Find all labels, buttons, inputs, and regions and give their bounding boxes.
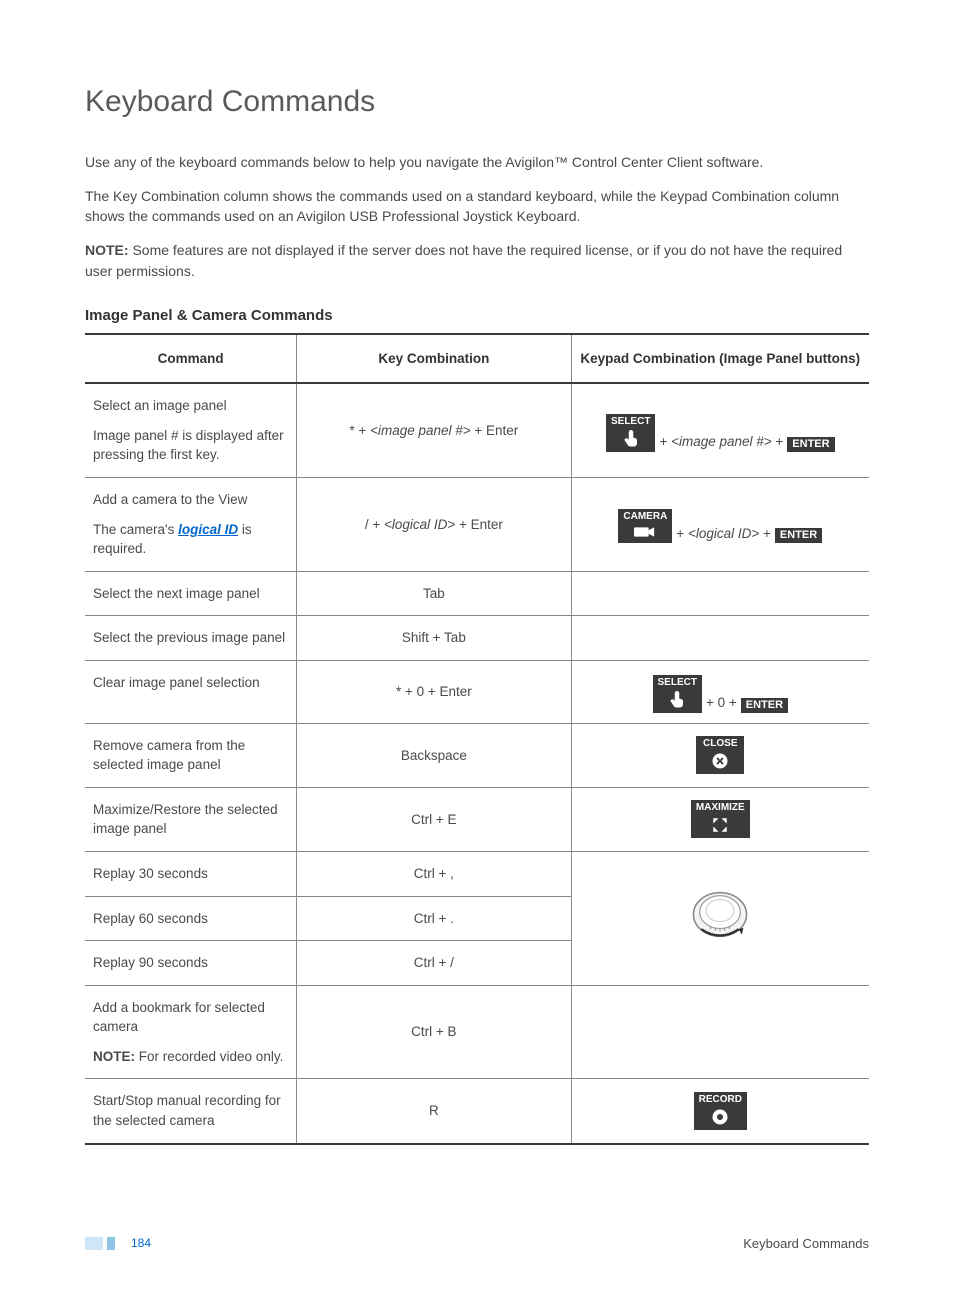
table-row: Replay 30 seconds [85,852,297,897]
cmd-text: Add a bookmark for selected camera [93,1000,265,1035]
key-combo: Shift + Tab [297,616,571,661]
table-row: Replay 90 seconds [85,941,297,986]
table-row: Select the next image panel [85,571,297,616]
key-combo: Ctrl + / [297,941,571,986]
intro-paragraph-1: Use any of the keyboard commands below t… [85,152,869,172]
camera-button-icon: CAMERA [618,509,672,543]
keypad-combo: CAMERA + <logical ID> + ENTER [571,477,869,571]
table-row: Select the previous image panel [85,616,297,661]
key-combo: Ctrl + B [297,985,571,1079]
jog-dial-icon [681,887,759,945]
keypad-combo: RECORD [571,1079,869,1144]
key-combo: Backspace [297,723,571,787]
table-row: Select an image panel Image panel # is d… [85,383,297,477]
maximize-button-icon: MAXIMIZE [691,800,750,838]
col-header-key: Key Combination [297,334,571,384]
keypad-combo [571,571,869,616]
cmd-text: Select an image panel [93,398,227,413]
select-button-icon: SELECT [653,675,702,713]
keypad-combo [571,852,869,986]
keypad-combo [571,616,869,661]
note-paragraph: NOTE: Some features are not displayed if… [85,240,869,281]
key-combo: * + <image panel #> + Enter [297,383,571,477]
table-row: Clear image panel selection [85,660,297,723]
cmd-text: Add a camera to the View [93,492,247,507]
table-row: Replay 60 seconds [85,896,297,941]
page-footer: 184 Keyboard Commands [85,1235,869,1254]
touch-icon [668,691,686,709]
keypad-combo: SELECT + <image panel #> + ENTER [571,383,869,477]
section-heading: Image Panel & Camera Commands [85,305,869,327]
record-icon [711,1108,729,1126]
commands-table: Command Key Combination Keypad Combinati… [85,333,869,1145]
maximize-icon [711,816,729,834]
enter-button-icon: ENTER [775,528,822,543]
keypad-combo: MAXIMIZE [571,787,869,851]
cmd-subtext: NOTE: For recorded video only. [93,1047,288,1067]
camera-icon [634,525,656,539]
close-button-icon: CLOSE [696,736,744,774]
note-text: Some features are not displayed if the s… [85,242,842,278]
table-row: Add a bookmark for selected camera NOTE:… [85,985,297,1079]
table-row: Start/Stop manual recording for the sele… [85,1079,297,1144]
key-combo: R [297,1079,571,1144]
cmd-subtext: Image panel # is displayed after pressin… [93,426,288,465]
close-icon [711,752,729,770]
logical-id-link[interactable]: logical ID [178,522,238,537]
key-combo: * + 0 + Enter [297,660,571,723]
key-combo: Ctrl + . [297,896,571,941]
footer-title: Keyboard Commands [743,1235,869,1254]
page-number: 184 [131,1235,151,1252]
page-title: Keyboard Commands [85,80,869,124]
keypad-combo: CLOSE [571,723,869,787]
table-row: Add a camera to the View The camera's lo… [85,477,297,571]
intro-paragraph-2: The Key Combination column shows the com… [85,186,869,227]
record-button-icon: RECORD [694,1092,747,1130]
cmd-subtext: The camera's logical ID is required. [93,520,288,559]
select-button-icon: SELECT [606,414,655,452]
key-combo: Ctrl + , [297,852,571,897]
col-header-keypad: Keypad Combination (Image Panel buttons) [571,334,869,384]
table-row: Maximize/Restore the selected image pane… [85,787,297,851]
key-combo: Tab [297,571,571,616]
enter-button-icon: ENTER [741,698,788,713]
keypad-combo: SELECT + 0 + ENTER [571,660,869,723]
table-row: Remove camera from the selected image pa… [85,723,297,787]
footer-decor-icon [107,1237,115,1250]
keypad-combo [571,985,869,1079]
touch-icon [622,430,640,448]
note-label: NOTE: [85,242,129,258]
col-header-command: Command [85,334,297,384]
enter-button-icon: ENTER [787,437,834,452]
key-combo: / + <logical ID> + Enter [297,477,571,571]
footer-decor-icon [85,1237,103,1250]
key-combo: Ctrl + E [297,787,571,851]
